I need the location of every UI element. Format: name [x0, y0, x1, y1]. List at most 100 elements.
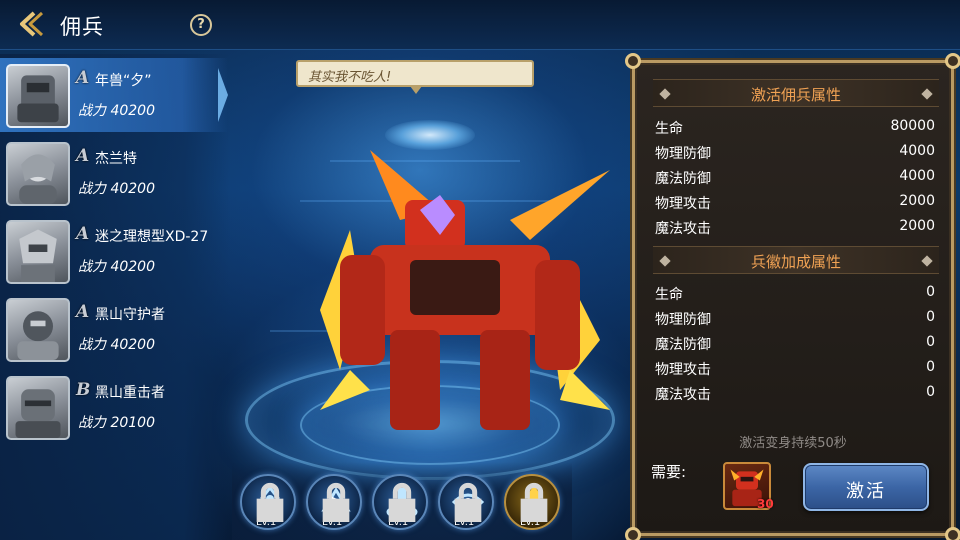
panel-corner-ornament [625, 53, 641, 69]
skill-slot[interactable]: Lv.1 [504, 474, 560, 530]
panel-corner-ornament [945, 527, 960, 540]
stat-label: 魔法防御 [655, 337, 711, 353]
stat-label: 生命 [655, 287, 683, 303]
stat-value: 2000 [899, 218, 935, 234]
stat-row: 物理攻击 0 [655, 357, 935, 379]
mercenary-item[interactable]: A 迷之理想型XD-27 战力 40200 [0, 214, 228, 288]
stat-label: 物理防御 [655, 312, 711, 328]
page-title: 佣兵 [60, 15, 104, 39]
stat-row: 魔法攻击 2000 [655, 216, 935, 238]
stat-value: 80000 [890, 118, 935, 134]
lock-icon [454, 482, 482, 522]
mercenary-name: 杰兰特 [95, 151, 137, 167]
robot-arm-left [340, 255, 385, 365]
grade-badge: A [76, 146, 90, 166]
lock-icon [520, 482, 548, 522]
grade-badge: A [76, 224, 90, 244]
stat-label: 物理攻击 [655, 362, 711, 378]
panel-corner-ornament [625, 527, 641, 540]
mercenary-portrait [6, 376, 70, 440]
mercenary-portrait [6, 220, 70, 284]
stat-row: 魔法防御 4000 [655, 166, 935, 188]
stat-row: 生命 0 [655, 282, 935, 304]
need-label: 需要: [651, 463, 687, 481]
back-arrow-icon [20, 11, 44, 37]
activate-button[interactable]: 激活 [803, 463, 929, 511]
skill-slot[interactable]: Lv.1 [438, 474, 494, 530]
mercenary-name: 年兽“夕” [95, 73, 152, 89]
grade-badge: A [76, 68, 90, 88]
mercenary-name: 黑山守护者 [95, 307, 165, 323]
mercenary-power: 战力 20100 [78, 415, 155, 431]
transform-duration-note: 激活变身持续50秒 [739, 436, 847, 451]
mercenary-power: 战力 40200 [78, 259, 155, 275]
lock-icon [256, 482, 284, 522]
activate-attrs-header: 激活佣兵属性 [653, 79, 939, 107]
help-button[interactable]: ? [190, 14, 212, 36]
hero-portrait-icon [19, 154, 57, 204]
stat-value: 0 [926, 384, 935, 400]
robot-arm-right [535, 260, 580, 370]
mercenary-portrait [6, 64, 70, 128]
robot-leg-left [390, 330, 440, 430]
mercenary-portrait [6, 142, 70, 206]
stat-row: 物理防御 4000 [655, 141, 935, 163]
mercenary-portrait [6, 298, 70, 362]
section-title: 激活佣兵属性 [750, 86, 841, 104]
skill-slot[interactable]: Lv.1 [306, 474, 362, 530]
back-button[interactable] [14, 10, 48, 38]
stat-label: 生命 [655, 121, 683, 137]
lock-icon [388, 482, 416, 522]
grade-badge: A [76, 302, 90, 322]
mech-portrait-icon [17, 75, 59, 123]
stat-label: 魔法攻击 [655, 221, 711, 237]
skill-slot[interactable]: Lv.1 [240, 474, 296, 530]
mercenary-name: 黑山重击者 [95, 385, 165, 401]
speech-bubble: 其实我不吃人! [296, 60, 534, 94]
stat-row: 生命 80000 [655, 116, 935, 138]
smasher-portrait-icon [15, 389, 61, 438]
stat-value: 0 [926, 359, 935, 375]
mercenary-power: 战力 40200 [78, 181, 155, 197]
stat-label: 物理防御 [655, 146, 711, 162]
lock-icon [322, 482, 350, 522]
guardian-portrait-icon [17, 311, 59, 360]
robot-leg-right [480, 330, 530, 430]
mercenary-item[interactable]: B 黑山重击者 战力 20100 [0, 370, 228, 444]
robot-wing-right [510, 170, 610, 240]
grade-badge: B [76, 380, 91, 400]
stat-label: 物理攻击 [655, 196, 711, 212]
skill-slot[interactable]: Lv.1 [372, 474, 428, 530]
stat-value: 2000 [899, 193, 935, 209]
speech-text: 其实我不吃人! [308, 70, 392, 85]
robot-core [410, 260, 500, 315]
stat-row: 魔法攻击 0 [655, 382, 935, 404]
badge-attrs-header: 兵徽加成属性 [653, 246, 939, 274]
stat-row: 魔法防御 0 [655, 332, 935, 354]
mercenary-power: 战力 40200 [78, 337, 155, 353]
mercenary-power: 战力 40200 [78, 103, 155, 119]
stat-label: 魔法防御 [655, 171, 711, 187]
stat-value: 0 [926, 309, 935, 325]
stat-row: 物理攻击 2000 [655, 191, 935, 213]
stat-value: 0 [926, 284, 935, 300]
mercenary-list: A 年兽“夕” 战力 40200 A 杰兰特 战力 40200 A 迷之理想型X… [0, 54, 230, 540]
mercenary-item[interactable]: A 年兽“夕” 战力 40200 [0, 58, 228, 132]
stat-value: 4000 [899, 168, 935, 184]
section-title: 兵徽加成属性 [750, 253, 841, 271]
mercenary-item[interactable]: A 黑山守护者 战力 40200 [0, 292, 228, 366]
mercenary-name: 迷之理想型XD-27 [95, 229, 209, 245]
required-item-count: 30 [757, 497, 774, 511]
mercenary-model[interactable] [310, 140, 620, 450]
stat-label: 魔法攻击 [655, 387, 711, 403]
robot-portrait-icon [19, 229, 57, 282]
stat-value: 0 [926, 334, 935, 350]
stat-row: 物理防御 0 [655, 307, 935, 329]
panel-corner-ornament [945, 53, 960, 69]
stat-value: 4000 [899, 143, 935, 159]
top-bar: 佣兵 ? [0, 0, 960, 50]
robot-claw-left [320, 370, 370, 410]
activate-label: 激活 [846, 481, 886, 502]
mercenary-item[interactable]: A 杰兰特 战力 40200 [0, 136, 228, 210]
attribute-panel: 激活佣兵属性 生命 80000 物理防御 4000 魔法防御 4000 物理攻击… [625, 53, 960, 540]
